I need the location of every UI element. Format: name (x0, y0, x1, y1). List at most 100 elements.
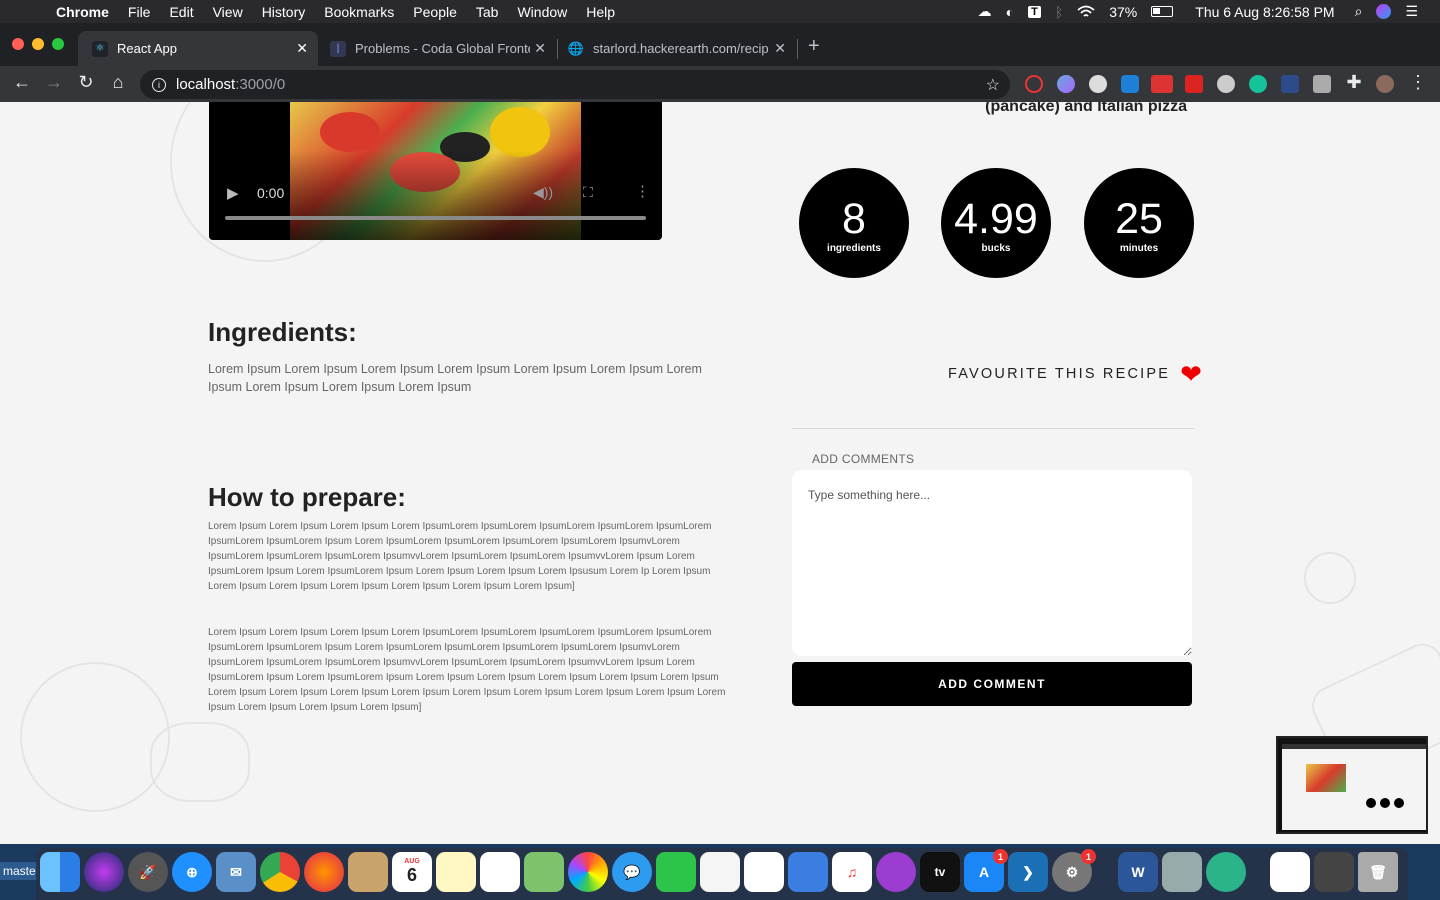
green-app-icon[interactable] (1206, 852, 1246, 892)
grammarly-icon[interactable] (1249, 75, 1267, 93)
site-info-icon[interactable]: i (152, 77, 166, 92)
system-preferences-icon[interactable]: ⚙ 1 (1052, 849, 1096, 892)
extension-x-icon[interactable] (1281, 75, 1299, 93)
url-host: localhost (176, 76, 236, 93)
background-tomato-doodle (150, 722, 250, 802)
back-icon[interactable]: ← (10, 72, 34, 93)
music-icon[interactable]: ♫ (832, 852, 872, 892)
video-current-time: 0:00 (257, 185, 285, 201)
tab-starlord[interactable]: 🌐 starlord.hackerearth.com/recip ✕ (554, 31, 796, 66)
extension-blue-icon[interactable] (1121, 75, 1139, 93)
podcasts-icon[interactable] (876, 852, 916, 892)
creative-cloud-icon[interactable]: ☁ (978, 3, 992, 20)
stat-value: 25 (1115, 195, 1163, 243)
video-more-options-icon[interactable]: ⋮ (635, 182, 650, 200)
facetime-icon[interactable] (656, 852, 696, 892)
menu-bookmarks[interactable]: Bookmarks (324, 4, 394, 20)
trash-icon[interactable]: 🗑 (1358, 852, 1398, 892)
home-icon[interactable]: ⌂ (106, 72, 130, 93)
notification-center-icon[interactable]: ☰ (1405, 3, 1418, 20)
forward-icon[interactable]: → (42, 72, 66, 93)
menu-tab[interactable]: Tab (476, 4, 499, 20)
menu-help[interactable]: Help (586, 4, 615, 20)
menu-file[interactable]: File (128, 4, 151, 20)
word-icon[interactable]: W (1118, 852, 1158, 892)
stat-price: 4.99 bucks (941, 168, 1051, 278)
menu-history[interactable]: History (262, 4, 306, 20)
document-stack-icon[interactable] (1270, 852, 1310, 892)
chrome-menu-icon[interactable]: ⋮ (1406, 72, 1430, 93)
close-tab-icon[interactable]: ✕ (534, 40, 546, 57)
contacts-icon[interactable] (348, 852, 388, 892)
heart-icon[interactable]: ❤ (1180, 361, 1202, 387)
extension-g-icon[interactable] (1313, 75, 1331, 93)
mail-icon[interactable]: ✉ (216, 852, 256, 892)
close-tab-icon[interactable]: ✕ (774, 40, 786, 57)
menu-people[interactable]: People (413, 4, 457, 20)
comment-textarea[interactable] (792, 470, 1192, 656)
keynote-icon[interactable] (788, 852, 828, 892)
menu-app-name[interactable]: Chrome (56, 4, 109, 20)
messages-icon[interactable]: 💬 (612, 852, 652, 892)
photos-icon[interactable] (568, 852, 608, 892)
notes-icon[interactable] (436, 852, 476, 892)
tab-react-app[interactable]: ⚛ React App ✕ (78, 31, 318, 66)
video-progress-bar[interactable] (225, 216, 646, 220)
firefox-icon[interactable] (304, 852, 344, 892)
typora-icon[interactable]: T (1028, 5, 1041, 18)
close-tab-icon[interactable]: ✕ (296, 40, 308, 57)
add-comment-button[interactable]: ADD COMMENT (792, 662, 1192, 706)
recipe-video-player[interactable]: ▶ 0:00 ◀)) ⛶ ⋮ (209, 102, 662, 240)
new-tab-button[interactable]: + (808, 35, 820, 58)
calendar-icon[interactable]: AUG 6 (392, 852, 432, 892)
battery-percent: 37% (1109, 3, 1138, 20)
menu-window[interactable]: Window (517, 4, 567, 20)
siri-dock-icon[interactable] (84, 852, 124, 892)
extension-adblock-icon[interactable] (1025, 75, 1043, 93)
clock[interactable]: Thu 6 Aug 8:26:58 PM (1195, 4, 1334, 20)
spotlight-search-icon[interactable]: ⌕ (1355, 3, 1363, 20)
screenshot-thumbnail-preview (1282, 744, 1426, 830)
bookmark-star-icon[interactable]: ☆ (986, 75, 1000, 95)
minimize-window-button[interactable] (32, 38, 44, 50)
play-icon[interactable]: ▶ (227, 184, 239, 202)
vscode-icon[interactable]: ❯ (1008, 852, 1048, 892)
screenshot-thumbnail[interactable] (1276, 736, 1428, 834)
chrome-dock-icon[interactable] (260, 852, 300, 892)
background-plate-doodle (20, 662, 170, 812)
close-window-button[interactable] (12, 38, 24, 50)
fullscreen-icon[interactable]: ⛶ (583, 184, 593, 201)
system-preferences-badge: 1 (1081, 849, 1096, 864)
profile-avatar[interactable] (1376, 75, 1394, 93)
extension-new-icon[interactable] (1151, 75, 1173, 93)
menu-view[interactable]: View (213, 4, 243, 20)
launchpad-icon[interactable]: 🚀 (128, 852, 168, 892)
maps-icon[interactable] (524, 852, 564, 892)
maximize-window-button[interactable] (52, 38, 64, 50)
reload-icon[interactable]: ↻ (74, 72, 98, 93)
wifi-icon[interactable] (1077, 5, 1095, 19)
menu-edit[interactable]: Edit (169, 4, 193, 20)
sync-icon[interactable]: ◐ (1006, 4, 1014, 20)
address-bar[interactable]: i localhost:3000/0 ☆ (140, 70, 1010, 99)
favourite-recipe-toggle[interactable]: FAVOURITE THIS RECIPE ❤ (948, 361, 1202, 387)
extension-c-icon[interactable] (1089, 75, 1107, 93)
reminders-icon[interactable] (480, 852, 520, 892)
extension-red-icon[interactable] (1185, 75, 1203, 93)
tab-problems[interactable]: | Problems - Coda Global Fronte ✕ (316, 31, 556, 66)
bluetooth-icon[interactable]: ᛒ (1055, 4, 1063, 20)
battery-icon[interactable] (1151, 6, 1174, 17)
apple-tv-icon[interactable]: tv (920, 852, 960, 892)
extension-drop-icon[interactable] (1057, 75, 1075, 93)
downloads-stack-icon[interactable] (1314, 852, 1354, 892)
finder-icon[interactable] (40, 852, 80, 892)
numbers-icon[interactable] (744, 852, 784, 892)
app-store-icon[interactable]: A1 (964, 849, 1008, 892)
volume-icon[interactable]: ◀)) (533, 184, 553, 201)
image-capture-icon[interactable] (1162, 852, 1202, 892)
safari-icon[interactable]: ⊕ (172, 852, 212, 892)
extension-grey-icon[interactable] (1217, 75, 1235, 93)
preview-icon[interactable] (700, 852, 740, 892)
siri-icon[interactable] (1376, 4, 1392, 19)
extensions-puzzle-icon[interactable]: ✚ (1342, 72, 1366, 93)
